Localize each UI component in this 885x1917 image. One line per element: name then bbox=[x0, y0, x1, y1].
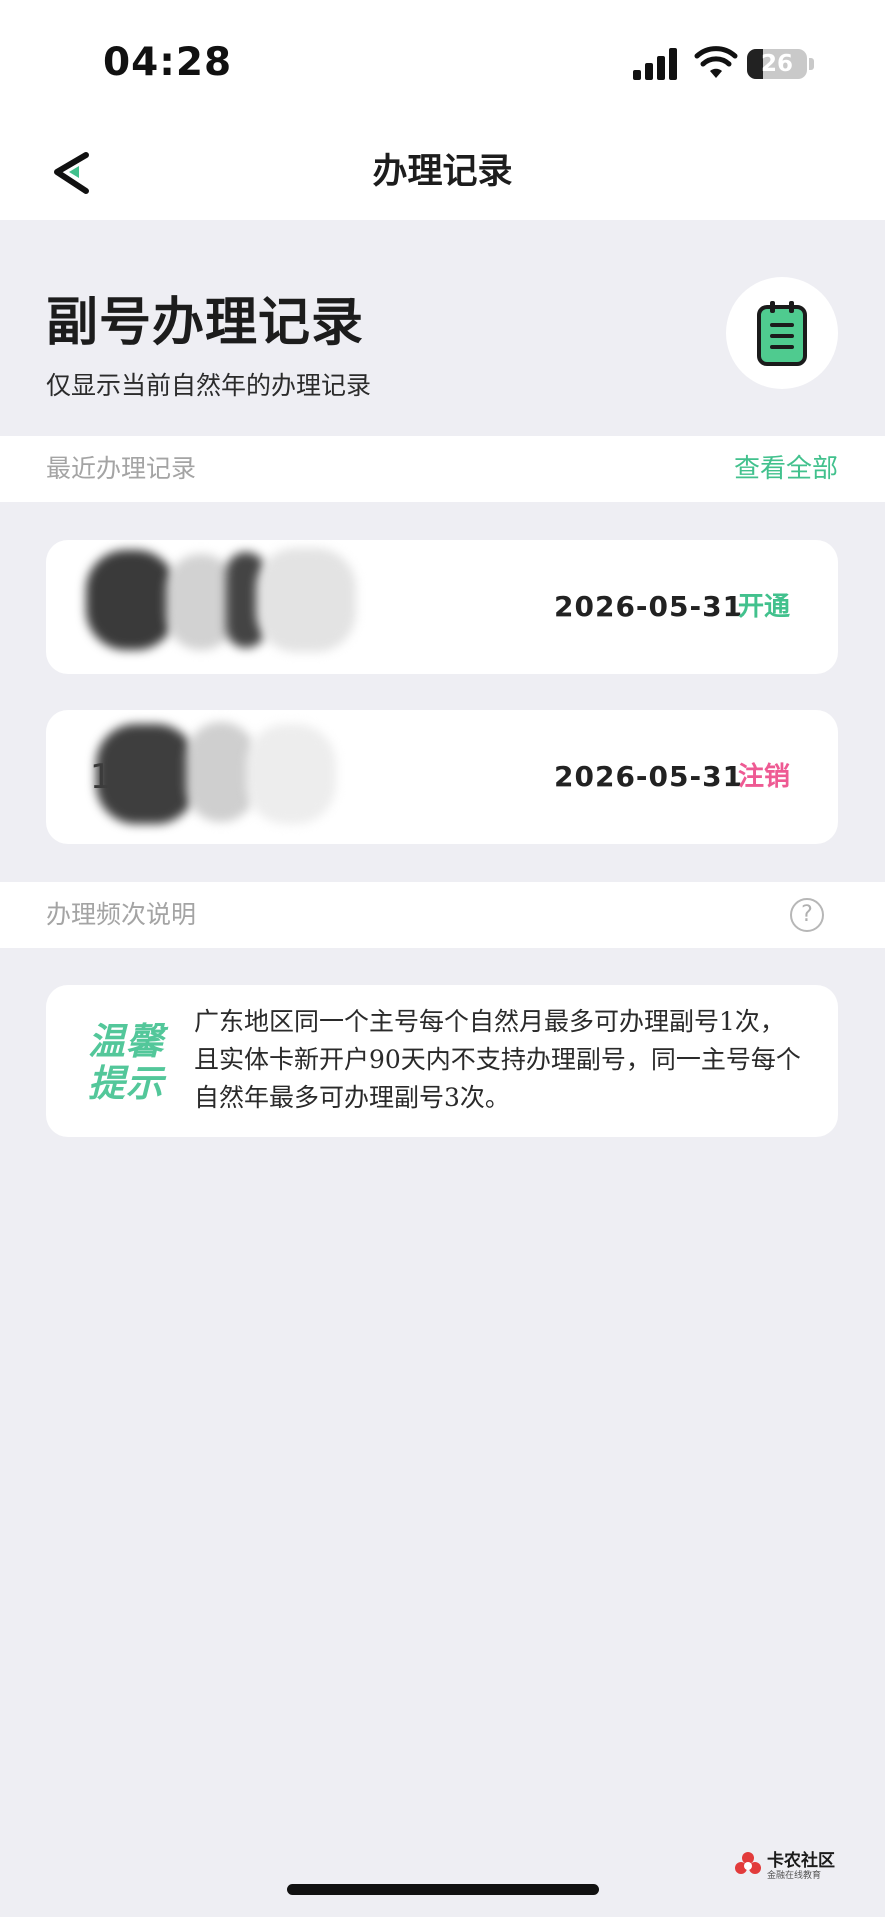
recent-records-bar: 最近办理记录 查看全部 bbox=[0, 436, 885, 502]
home-indicator[interactable] bbox=[287, 1884, 599, 1895]
view-all-link[interactable]: 查看全部 bbox=[734, 436, 838, 502]
battery-cap bbox=[809, 58, 814, 70]
frequency-info-bar: 办理频次说明 ? bbox=[0, 882, 885, 948]
record-status: 开通 bbox=[738, 592, 791, 622]
header-badge bbox=[726, 277, 838, 389]
record-status: 注销 bbox=[738, 762, 791, 792]
records-header: 副号办理记录 仅显示当前自然年的办理记录 bbox=[0, 220, 885, 436]
record-date: 2026-05-31 bbox=[554, 590, 744, 623]
tip-card: 温馨提示 广东地区同一个主号每个自然月最多可办理副号1次，且实体卡新开户90天内… bbox=[46, 985, 838, 1137]
record-item[interactable]: 2026-05-31 开通 bbox=[46, 540, 838, 674]
back-button[interactable] bbox=[48, 148, 100, 200]
help-icon[interactable]: ? bbox=[790, 898, 824, 932]
wifi-icon bbox=[694, 46, 738, 78]
watermark-logo: 卡农社区 金融在线教育 bbox=[733, 1846, 843, 1886]
battery-icon: 26 bbox=[747, 49, 807, 79]
notepad-icon bbox=[757, 301, 807, 366]
header-title: 副号办理记录 bbox=[46, 293, 365, 353]
tip-text: 广东地区同一个主号每个自然月最多可办理副号1次，且实体卡新开户90天内不支持办理… bbox=[194, 1007, 801, 1112]
frequency-info-label: 办理频次说明 bbox=[46, 900, 197, 929]
recent-records-label: 最近办理记录 bbox=[46, 454, 197, 483]
header-subtitle: 仅显示当前自然年的办理记录 bbox=[46, 371, 372, 400]
navigation-bar: 办理记录 bbox=[0, 130, 885, 220]
status-time: 04:28 bbox=[103, 40, 233, 85]
watermark-slogan: 金融在线教育 bbox=[767, 1871, 822, 1881]
status-bar: 04:28 26 bbox=[0, 0, 885, 130]
record-date: 2026-05-31 bbox=[554, 760, 744, 793]
page-title: 办理记录 bbox=[372, 152, 513, 192]
kanong-logo-icon bbox=[735, 1852, 761, 1874]
record-item[interactable]: 1 2026-05-31 注销 bbox=[46, 710, 838, 844]
tip-badge: 温馨提示 bbox=[88, 1020, 164, 1105]
back-arrow-icon bbox=[54, 152, 89, 194]
cellular-signal-icon bbox=[633, 48, 677, 80]
battery-percentage: 26 bbox=[760, 51, 793, 77]
